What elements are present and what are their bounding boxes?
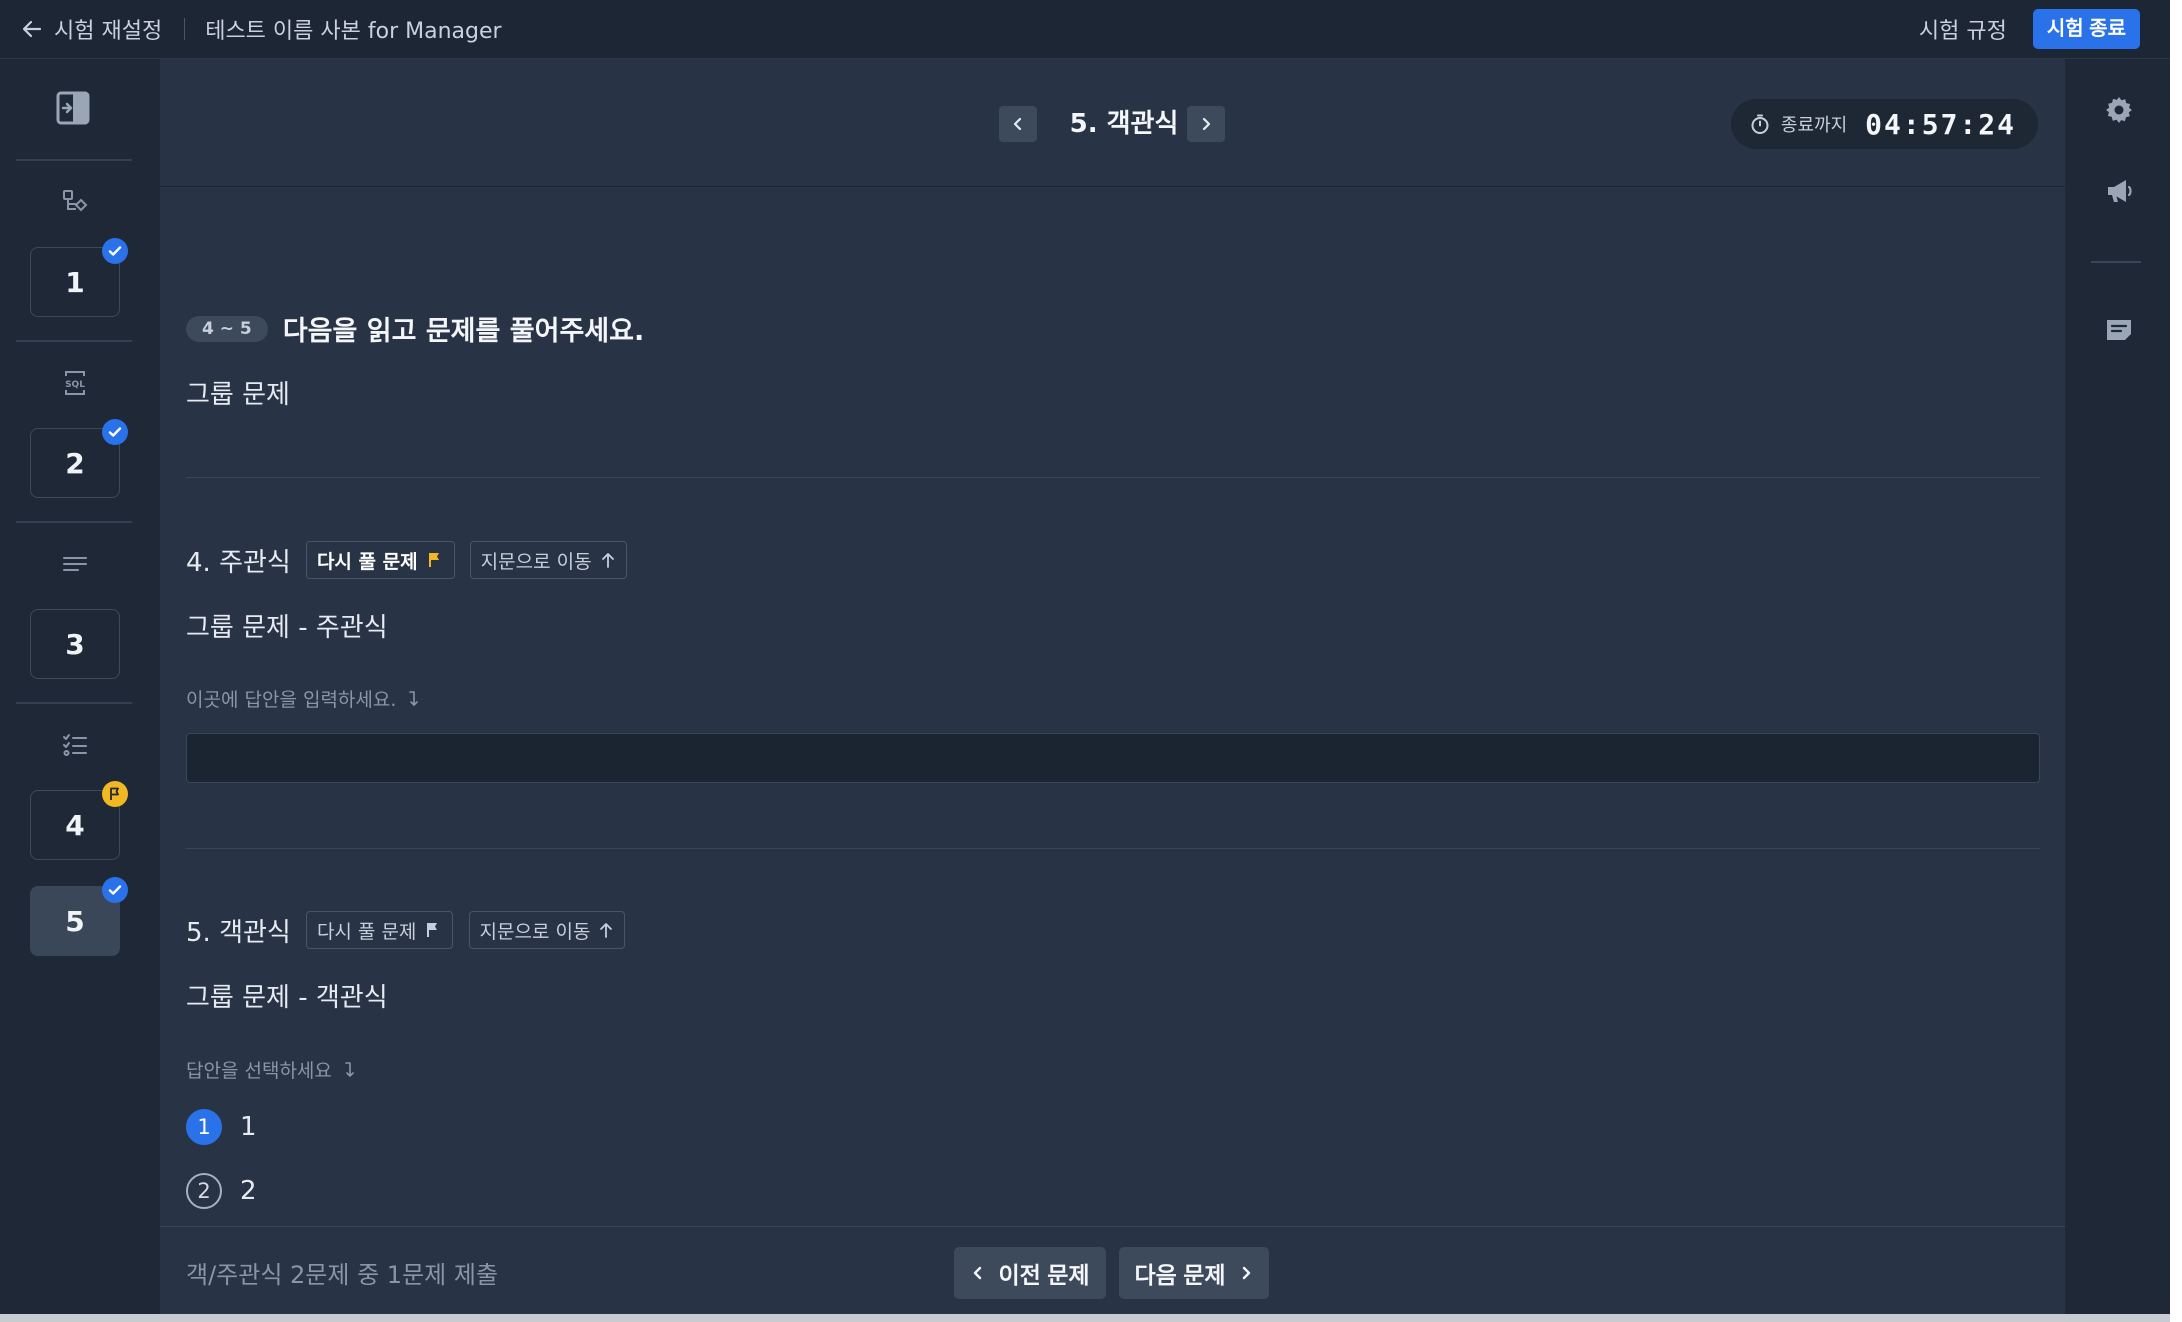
tools-sidebar [2065,59,2170,1322]
question-nav-number: 3 [65,627,85,661]
question-nav-number: 2 [65,446,85,480]
question-nav-number: 1 [65,265,85,299]
gear-icon[interactable] [2103,94,2135,126]
question-panel: 5. 객관식 종료까지 04:57:24 4 ~ 5 다음을 읽고 문제를 풀어… [160,59,2065,1322]
question-nav-3[interactable]: 3 [30,609,120,679]
group-passage: 그룹 문제 [186,380,290,410]
sidebar-divider [16,159,132,161]
q5-retry-toggle[interactable]: 다시 풀 문제 [305,911,454,949]
question-nav-4[interactable]: 4 [30,781,128,860]
next-question-label: 다음 문제 [1134,1262,1226,1288]
flag-icon [427,923,438,937]
answered-check-icon [102,238,128,264]
question-range-badge: 4 ~ 5 [186,315,268,342]
prev-question-arrow[interactable] [999,106,1037,142]
choice-option-2[interactable]: 2 2 [186,1173,257,1209]
section-divider [186,477,2040,478]
svg-text:SQL: SQL [65,380,85,390]
flag-icon [428,553,439,567]
q4-goto-passage-button[interactable]: 지문으로 이동 [469,541,627,579]
sidebar-divider [16,702,132,704]
choice-label: 2 [240,1176,257,1206]
choice-number: 2 [186,1173,222,1209]
sidebar-divider [16,340,132,342]
q4-hint-row: 이곳에 답안을 입력하세요. [186,685,422,712]
q5-hint: 답안을 선택하세요 [186,1060,332,1082]
prev-question-button[interactable]: 이전 문제 [954,1247,1106,1299]
q5-goto-passage-button[interactable]: 지문으로 이동 [468,911,626,949]
q4-hint: 이곳에 답안을 입력하세요. [186,689,397,711]
answered-check-icon [102,419,128,445]
q4-text: 그룹 문제 - 주관식 [186,613,388,643]
group-instruction: 다음을 읽고 문제를 풀어주세요. [282,316,645,347]
chevron-right-icon [1242,1266,1250,1280]
flag-icon [102,781,128,807]
goto-passage-label: 지문으로 이동 [480,550,592,573]
goto-passage-label: 지문으로 이동 [479,920,591,943]
reset-exam-button[interactable]: 시험 재설정 [20,13,162,45]
q5-title-row: 5. 객관식 다시 풀 문제 지문으로 이동 [186,911,626,949]
arrow-down-return-icon [409,690,419,706]
group-instruction-row: 4 ~ 5 다음을 읽고 문제를 풀어주세요. [186,309,644,348]
submission-status: 객/주관식 2문제 중 1문제 제출 [186,1261,499,1289]
question-nav-5[interactable]: 5 [30,877,128,956]
q5-hint-row: 답안을 선택하세요 [186,1056,358,1083]
q5-text: 그룹 문제 - 객관식 [186,983,388,1013]
end-exam-button[interactable]: 시험 종료 [2032,9,2140,49]
timer-label: 종료까지 [1780,115,1848,136]
q4-title-row: 4. 주관식 다시 풀 문제 지문으로 이동 [186,541,627,579]
stopwatch-icon [1751,114,1769,134]
answered-check-icon [102,877,128,903]
q5-label: 5. 객관식 [186,917,291,948]
question-nav-2[interactable]: 2 [30,419,128,498]
divider [184,18,186,40]
section-divider [186,848,2040,849]
memo-icon[interactable] [2103,314,2135,346]
prev-question-label: 이전 문제 [998,1262,1090,1288]
chevron-right-icon [1202,117,1211,131]
chevron-left-icon [974,1266,982,1280]
q4-answer-input[interactable] [186,733,2040,783]
current-question-title: 5. 객관식 [1069,109,1179,139]
scrollbar-track [0,1314,2170,1322]
timer-value: 04:57:24 [1865,107,2016,141]
question-nav-1[interactable]: 1 [30,238,128,317]
next-question-button[interactable]: 다음 문제 [1119,1247,1269,1299]
reset-exam-label: 시험 재설정 [54,19,163,44]
text-lines-icon [63,557,87,571]
next-question-arrow[interactable] [1187,106,1225,142]
countdown-timer: 종료까지 04:57:24 [1730,99,2038,149]
exam-rules-link[interactable]: 시험 규정 [1919,13,2007,45]
megaphone-icon[interactable] [2103,175,2135,207]
question-sidebar: 1 SQL 2 3 4 5 [0,59,160,1322]
top-bar: 시험 재설정 테스트 이름 사본 for Manager 시험 규정 시험 종료 [0,0,2170,59]
choice-option-1[interactable]: 1 1 [186,1109,257,1145]
q4-retry-toggle[interactable]: 다시 풀 문제 [305,541,455,579]
question-nav-number: 4 [65,808,85,842]
checklist-icon [63,734,87,756]
chevron-left-icon [1013,117,1022,131]
retry-label: 다시 풀 문제 [316,920,417,943]
sidebar-divider [16,521,132,523]
arrow-left-icon [22,20,42,38]
arrow-up-icon [601,553,614,568]
question-nav-number: 5 [65,904,85,938]
question-footer: 객/주관식 2문제 중 1문제 제출 이전 문제 다음 문제 [160,1226,2065,1322]
choice-label: 1 [240,1112,257,1142]
window-edge [2170,0,2182,1322]
test-name: 테스트 이름 사본 for Manager [205,19,502,44]
choice-number: 1 [186,1109,222,1145]
diagram-icon [63,190,88,212]
q4-label: 4. 주관식 [186,547,291,578]
arrow-down-return-icon [345,1061,354,1077]
sql-icon: SQL [65,371,85,395]
retry-label: 다시 풀 문제 [316,550,418,573]
tools-divider [2091,261,2141,263]
sidebar-collapse-icon[interactable] [56,91,90,125]
question-header: 5. 객관식 종료까지 04:57:24 [160,59,2065,187]
arrow-up-icon [600,923,613,938]
